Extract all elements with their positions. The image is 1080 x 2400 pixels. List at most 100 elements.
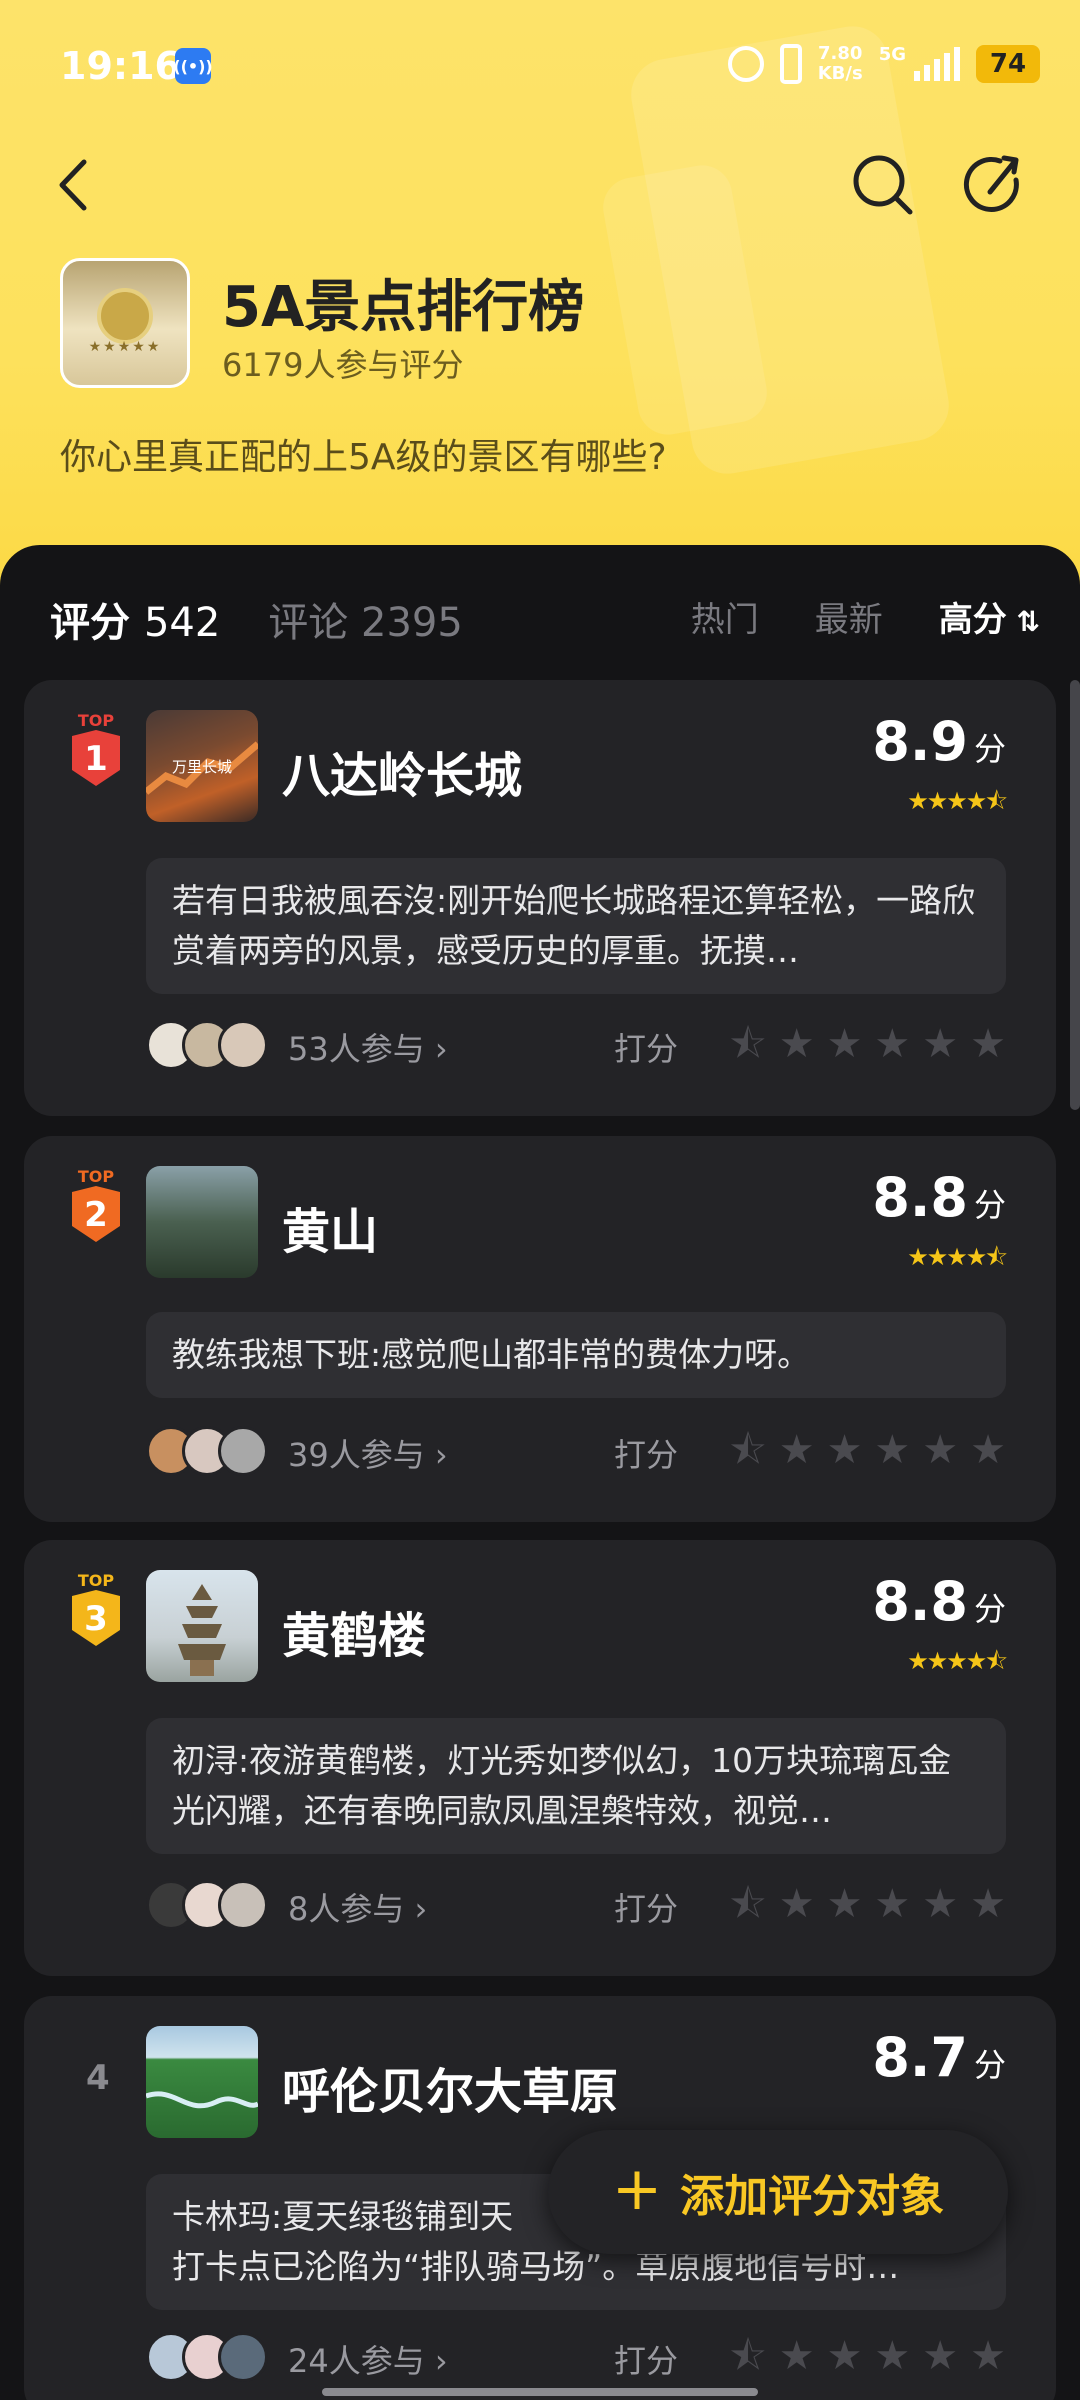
spot-name: 呼伦贝尔大草原: [282, 2064, 619, 2120]
star-icon[interactable]: ★: [970, 1426, 1006, 1474]
star-icon[interactable]: ★: [779, 1426, 815, 1474]
ranking-card[interactable]: TOP 3 黄鹤楼 8.8 分 ★★★★⯪ 初浔:夜游黄鹤楼，灯光秀如梦似幻，10…: [24, 1540, 1056, 1976]
sort-high[interactable]: 高分 ⇅: [939, 592, 1040, 641]
card-footer: 8人参与 › 打分 ⯪ ★ ★ ★ ★ ★: [146, 1880, 1006, 1930]
score-stars: ★★★★⯪: [907, 1243, 1008, 1271]
star-icon[interactable]: ★: [827, 1020, 863, 1068]
rank-number: 2: [84, 1195, 108, 1235]
rate-label: 打分: [614, 1030, 679, 1068]
star-icon[interactable]: ★: [970, 1020, 1006, 1068]
system-indicators: 7.80 KB/s 5G 74: [727, 44, 1040, 84]
star-icon[interactable]: ★: [827, 1426, 863, 1474]
star-icon[interactable]: ★: [922, 2332, 958, 2380]
rank-top-label: TOP: [78, 1571, 115, 1590]
great-wall-image: 万里长城: [146, 741, 258, 795]
rank-top-label: TOP: [78, 1167, 115, 1186]
ranking-card[interactable]: TOP 1 万里长城 八达岭长城 8.9 分 ★★★★⯪ 若有日我被風吞沒:刚开始…: [24, 680, 1056, 1116]
half-star-icon[interactable]: ⯪: [729, 1880, 767, 1928]
star-icon[interactable]: ★: [922, 1426, 958, 1474]
spot-thumbnail[interactable]: 万里长城: [146, 710, 258, 822]
half-star-icon[interactable]: ⯪: [729, 1426, 767, 1474]
status-bar: 19:16 ((•)) 7.80 KB/s 5G 74: [0, 0, 1080, 130]
ranking-card[interactable]: TOP 2 黄山 8.8 分 ★★★★⯪ 教练我想下班:感觉爬山都非常的费体力呀。…: [24, 1136, 1056, 1522]
sort-options: 热门 最新 高分 ⇅: [691, 592, 1040, 641]
star-icon[interactable]: ★: [970, 2332, 1006, 2380]
home-indicator[interactable]: [322, 2388, 758, 2396]
add-rating-target-button[interactable]: + 添加评分对象: [548, 2130, 1008, 2254]
participants-link[interactable]: 39人参与 ›: [288, 1430, 448, 1476]
rank-number: 4: [86, 2058, 110, 2098]
tab-ratings-label: 评分: [50, 600, 130, 646]
search-button[interactable]: [848, 150, 918, 220]
back-button[interactable]: [40, 150, 110, 220]
rank-badge: TOP 2: [72, 1167, 120, 1242]
net-speed: 7.80 KB/s: [818, 44, 863, 84]
participant-avatars[interactable]: [146, 2332, 268, 2382]
participant-avatars[interactable]: [146, 1020, 268, 1070]
tab-bar: 评分 542 评论 2395: [50, 590, 463, 648]
avatar: [218, 1426, 268, 1476]
score-unit: 分: [973, 1590, 1006, 1628]
spot-thumbnail[interactable]: [146, 1570, 258, 1682]
scrollbar[interactable]: [1070, 680, 1080, 1110]
comment-author: 卡林玛:: [172, 2197, 283, 2236]
rate-stars[interactable]: ⯪ ★ ★ ★ ★ ★: [729, 1880, 1006, 1928]
spot-name: 黄鹤楼: [282, 1608, 427, 1664]
half-star-icon[interactable]: ⯪: [729, 1020, 767, 1068]
participants-link[interactable]: 24人参与 ›: [288, 2336, 448, 2382]
rate-stars[interactable]: ⯪ ★ ★ ★ ★ ★: [729, 1426, 1006, 1474]
star-icon[interactable]: ★: [874, 1020, 910, 1068]
tab-ratings[interactable]: 评分 542: [50, 590, 220, 648]
sort-hot[interactable]: 热门: [691, 592, 759, 641]
rate-stars[interactable]: ⯪ ★ ★ ★ ★ ★: [729, 2332, 1006, 2380]
vibrate-icon: [779, 44, 802, 84]
star-icon[interactable]: ★: [874, 2332, 910, 2380]
star-icon[interactable]: ★: [779, 2332, 815, 2380]
spot-score: 8.7 分: [872, 2026, 1006, 2089]
battery-icon: 74: [976, 45, 1040, 83]
spot-score: 8.9 分: [872, 710, 1006, 773]
signal-icon: [914, 47, 960, 81]
sort-latest[interactable]: 最新: [815, 592, 883, 641]
star-icon[interactable]: ★: [779, 1020, 815, 1068]
share-button[interactable]: [960, 150, 1030, 220]
participant-avatars[interactable]: [146, 1880, 268, 1930]
star-icon[interactable]: ★: [874, 1880, 910, 1928]
top-comment[interactable]: 若有日我被風吞沒:刚开始爬长城路程还算轻松，一路欣赏着两旁的风景，感受历史的厚重…: [146, 858, 1006, 994]
rate-stars[interactable]: ⯪ ★ ★ ★ ★ ★: [729, 1020, 1006, 1068]
half-star-icon[interactable]: ⯪: [729, 2332, 767, 2380]
ranking-description: 你心里真正配的上5A级的景区有哪些?: [60, 437, 667, 478]
comment-author: 初浔:: [172, 1741, 250, 1780]
top-comment[interactable]: 教练我想下班:感觉爬山都非常的费体力呀。: [146, 1312, 1006, 1398]
rank-top-label: TOP: [78, 711, 115, 730]
star-icon[interactable]: ★: [922, 1880, 958, 1928]
score-value: 8.9: [872, 710, 968, 773]
score-value: 8.7: [872, 2026, 968, 2089]
chevron-right-icon: ›: [424, 1030, 448, 1068]
star-icon[interactable]: ★: [970, 1880, 1006, 1928]
score-stars: ★★★★⯪: [907, 787, 1008, 815]
star-icon[interactable]: ★: [922, 1020, 958, 1068]
star-icon[interactable]: ★: [779, 1880, 815, 1928]
participants-link[interactable]: 8人参与 ›: [288, 1884, 427, 1930]
spot-thumbnail[interactable]: [146, 2026, 258, 2138]
star-icon[interactable]: ★: [827, 2332, 863, 2380]
comment-text: 夜游黄鹤楼，灯光秀如梦似幻，10万块琉璃瓦金光闪耀，还有春晚同款凤凰涅槃特效，视…: [172, 1741, 952, 1830]
participants-link[interactable]: 53人参与 ›: [288, 1024, 448, 1070]
star-icon[interactable]: ★: [827, 1880, 863, 1928]
participant-avatars[interactable]: [146, 1426, 268, 1476]
rank-badge: TOP 3: [72, 1571, 120, 1646]
participants-count: 6179人参与评分: [222, 346, 464, 384]
avatar: [218, 2332, 268, 2382]
star-icon[interactable]: ★: [874, 1426, 910, 1474]
score-unit: 分: [973, 1186, 1006, 1224]
participants-count: 53人参与: [288, 1030, 425, 1068]
tab-ratings-count: 542: [143, 600, 221, 646]
sort-high-label: 高分: [938, 600, 1007, 640]
tab-comments[interactable]: 评论 2395: [268, 590, 463, 648]
ranking-logo: ★★★★★: [60, 258, 190, 388]
card-footer: 39人参与 › 打分 ⯪ ★ ★ ★ ★ ★: [146, 1426, 1006, 1476]
share-icon: [963, 155, 1019, 212]
spot-thumbnail[interactable]: [146, 1166, 258, 1278]
top-comment[interactable]: 初浔:夜游黄鹤楼，灯光秀如梦似幻，10万块琉璃瓦金光闪耀，还有春晚同款凤凰涅槃特…: [146, 1718, 1006, 1854]
